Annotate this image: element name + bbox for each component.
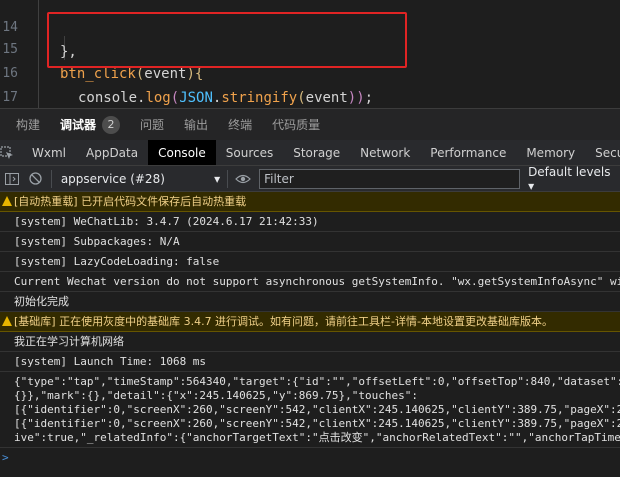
tab-terminal[interactable]: 终端 [218,109,262,141]
console-message: 初始化完成 [0,292,620,312]
divider [50,169,52,188]
console-prompt-row[interactable]: > [0,448,620,468]
console-message: [system] Subpackages: N/A [0,232,620,252]
tab-performance[interactable]: Performance [420,140,516,165]
console-json-output: {"type":"tap","timeStamp":564340,"target… [0,372,620,448]
json-line: [{"identifier":0,"screenX":260,"screenY"… [14,417,620,430]
tab-output[interactable]: 输出 [174,109,218,141]
sidebar-toggle-icon[interactable] [0,166,24,192]
code-line-18: 18 onLoad: function(options) { [0,86,620,108]
tab-memory[interactable]: Memory [516,140,585,165]
filter-input[interactable]: Filter [259,168,521,189]
tab-appdata[interactable]: AppData [76,140,148,165]
tab-security[interactable]: Securi [585,140,620,165]
tab-sources[interactable]: Sources [216,140,283,165]
inspect-element-icon[interactable] [0,140,14,165]
console-warning: [自动热重载] 已开启代码文件保存后自动热重载 [0,192,620,212]
warning-icon [2,196,12,206]
tab-network[interactable]: Network [350,140,420,165]
chevron-down-icon: ▾ [528,178,535,193]
tab-console[interactable]: Console [148,140,216,165]
console-message: [system] LazyCodeLoading: false [0,252,620,272]
console-message: [system] WeChatLib: 3.4.7 (2024.6.17 21:… [0,212,620,232]
log-levels-dropdown[interactable]: Default levels ▾ [528,165,620,193]
tab-problems[interactable]: 问题 [130,109,174,141]
console-message: Current Wechat version do not support as… [0,272,620,292]
json-line: [{"identifier":0,"screenX":260,"screenY"… [14,403,620,416]
clear-console-icon[interactable] [24,166,48,192]
console-message: 我正在学习计算机网络 [0,332,620,352]
context-select[interactable]: appservice (#28) ▾ [55,172,224,186]
console-toolbar: appservice (#28) ▾ Filter Default levels… [0,165,620,193]
tab-build[interactable]: 构建 [6,109,50,141]
annotation-highlight-box [47,12,407,68]
tab-code-quality[interactable]: 代码质量 [262,109,330,141]
divider [227,169,229,188]
json-line: {}},"mark":{},"detail":{"x":245.140625,"… [14,389,418,402]
eye-icon[interactable] [231,166,255,192]
debugger-count-badge: 2 [102,115,121,134]
console-warning: [基础库] 正在使用灰度中的基础库 3.4.7 进行调试。如有问题，请前往工具栏… [0,312,620,332]
chevron-down-icon: ▾ [214,171,221,186]
warning-icon [2,316,12,326]
tab-wxml[interactable]: Wxml [22,140,76,165]
json-line: ive":true,"_relatedInfo":{"anchorTargetT… [14,431,620,444]
bottom-panel-tabs: 构建 调试器 2 问题 输出 终端 代码质量 [0,108,620,140]
console-output[interactable]: [自动热重载] 已开启代码文件保存后自动热重载 [system] WeChatL… [0,192,620,477]
console-message: [system] Launch Time: 1068 ms [0,352,620,372]
devtools-tabs: Wxml AppData Console Sources Storage Net… [0,140,620,166]
tab-debugger[interactable]: 调试器 2 [50,109,130,141]
prompt-chevron-icon: > [2,451,9,464]
code-editor[interactable]: 14 }, 15 btn_click(event){ 16 console.lo… [0,0,620,108]
tab-storage[interactable]: Storage [283,140,350,165]
json-line: {"type":"tap","timeStamp":564340,"target… [14,375,620,388]
